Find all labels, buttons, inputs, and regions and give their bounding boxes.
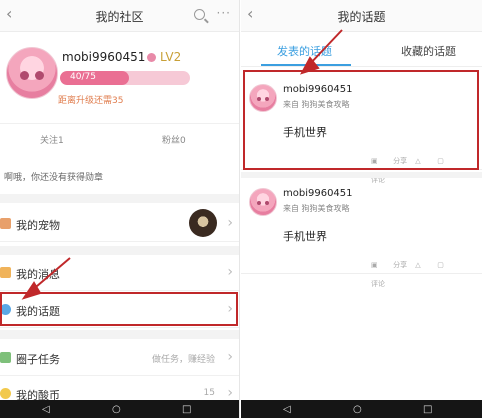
topic-post[interactable]: mobi9960451 来自 狗狗美食攻略 手机世界 ▣ 分享 △ ▢ 评论 [241,176,482,288]
tab-favorite-topics[interactable]: 收藏的话题 [401,43,456,59]
divider [0,330,239,339]
avatar[interactable] [6,47,58,99]
pet-thumbnail [189,209,217,237]
my-topics-screen: ‹ 我的话题 发表的话题 收藏的话题 mobi9960451 来自 狗狗美食攻略… [241,0,482,418]
username: mobi9960451 [62,50,146,64]
menu-item-task[interactable]: 圈子任务 做任务，赚经验 › [0,340,239,376]
page-title: 我的话题 [337,10,386,24]
level-badge: LV2 [160,50,182,64]
nav-recent-icon[interactable]: □ [182,404,191,415]
gender-icon [147,53,156,62]
top-bar: ‹ 我的社区 ··· [0,0,239,32]
system-nav-bar: ◁ ○ □ [0,400,239,418]
exp-text: 40/75 [70,72,96,82]
post-source: 来自 狗狗美食攻略 [283,204,350,213]
exp-progress-bar: 40/75 [60,71,190,85]
profile-card: mobi9960451 LV2 40/75 距离升级还需35 [0,33,239,123]
chevron-right-icon: › [227,385,233,401]
search-icon[interactable] [194,9,205,20]
follow-count[interactable]: 关注1 [40,133,64,146]
divider [0,246,239,255]
medal-text: 啊哦，你还没有获得勋章 [4,173,104,183]
chevron-right-icon: › [227,215,233,231]
fans-count[interactable]: 粉丝0 [162,133,186,146]
coin-icon [0,388,11,399]
post-avatar[interactable] [249,188,277,216]
follow-row: 关注1 粉丝0 [0,123,239,153]
tab-posted-topics[interactable]: 发表的话题 [277,43,332,59]
share-label[interactable]: 分享 [393,260,408,270]
nav-back-icon[interactable]: ◁ [283,404,291,415]
pet-icon [0,218,11,229]
nav-back-icon[interactable]: ◁ [42,404,50,415]
my-community-screen: ‹ 我的社区 ··· mobi9960451 LV2 40/75 距离升级还需3… [0,0,240,418]
post-author: mobi9960451 [283,188,353,199]
topic-tabs: 发表的话题 收藏的话题 [241,33,482,67]
exp-hint: 距离升级还需35 [58,96,124,106]
top-bar: ‹ 我的话题 [241,0,482,32]
divider [0,194,239,203]
comment-icon[interactable]: ▢ [437,261,452,269]
nav-home-icon[interactable]: ○ [112,404,121,415]
menu-item-message[interactable]: 我的消息 › [0,255,239,291]
active-tab-indicator [261,64,351,66]
medal-row[interactable]: 啊哦，你还没有获得勋章 [0,160,239,190]
message-icon [0,267,11,278]
like-icon[interactable]: △ [415,261,430,269]
more-icon[interactable]: ··· [217,6,231,20]
chevron-right-icon: › [227,264,233,280]
comment-label[interactable]: 评论 [371,279,386,289]
share-icon[interactable]: ▣ [371,261,386,269]
highlight-box [0,292,238,326]
nav-recent-icon[interactable]: □ [423,404,432,415]
menu-item-pet[interactable]: 我的宠物 › [0,206,239,242]
nav-home-icon[interactable]: ○ [353,404,362,415]
chevron-right-icon: › [227,349,233,365]
post-body: 手机世界 [283,230,327,243]
highlight-box [243,70,479,170]
task-icon [0,352,11,363]
post-actions: ▣ 分享 △ ▢ 评论 [371,252,476,288]
system-nav-bar: ◁ ○ □ [241,400,482,418]
